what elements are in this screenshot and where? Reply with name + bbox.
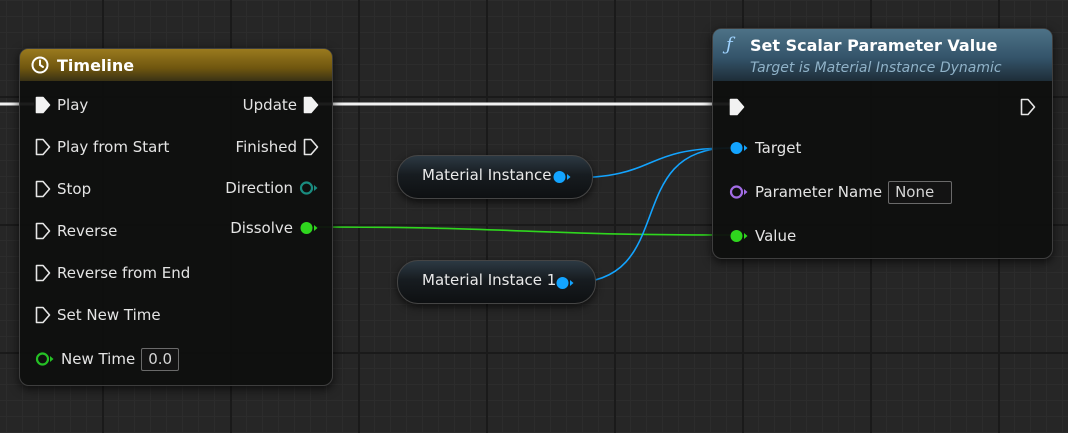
pin-play[interactable]: Play (35, 93, 88, 117)
pin-label: New Time (61, 350, 136, 368)
material-instance-variable-node[interactable]: Material Instance (397, 155, 593, 199)
pin-label: Update (242, 96, 297, 114)
clock-icon (31, 56, 49, 78)
exec-pin-icon[interactable] (35, 306, 51, 324)
pin-label: Stop (57, 180, 92, 198)
pin-direction[interactable]: Direction (225, 176, 319, 200)
pin-exec-in[interactable] (729, 95, 745, 119)
timeline-node-header[interactable]: Timeline (20, 49, 332, 81)
pin-label: Reverse (57, 222, 118, 240)
variable-label: Material Instance (422, 166, 552, 184)
pin-label: Set New Time (57, 306, 161, 324)
set-scalar-node-header[interactable]: ƒ Set Scalar Parameter Value Target is M… (713, 29, 1052, 81)
object-pin-icon[interactable] (729, 140, 749, 156)
exec-pin-icon[interactable] (35, 264, 51, 282)
exec-pin-icon[interactable] (303, 96, 319, 114)
exec-pin-icon[interactable] (35, 180, 51, 198)
pin-label: Play from Start (57, 138, 170, 156)
pin-label: Play (57, 96, 89, 114)
exec-pin-icon[interactable] (729, 98, 745, 116)
pin-label: Direction (225, 179, 293, 197)
pin-label: Target (755, 139, 802, 157)
float-pin-icon[interactable] (299, 220, 319, 236)
pin-target[interactable]: Target (729, 136, 801, 160)
object-pin-icon[interactable] (555, 275, 575, 295)
wire-dissolve-to-value (309, 226, 731, 236)
pin-set-new-time[interactable]: Set New Time (35, 303, 161, 327)
set-scalar-subtitle: Target is Material Instance Dynamic (750, 60, 1002, 76)
exec-pin-icon[interactable] (35, 96, 51, 114)
pin-label: Parameter Name (755, 183, 883, 201)
pin-label: Reverse from End (57, 264, 191, 282)
pin-exec-out[interactable] (1020, 95, 1036, 119)
exec-pin-icon[interactable] (1020, 98, 1036, 116)
float-pin-icon[interactable] (35, 351, 55, 367)
parameter-name-input[interactable]: None (888, 180, 953, 204)
material-instance-1-variable-node[interactable]: Material Instace 1 (397, 260, 596, 304)
pin-play-from-start[interactable]: Play from Start (35, 135, 169, 159)
set-scalar-title: Set Scalar Parameter Value (750, 36, 998, 55)
pin-label: Finished (235, 138, 297, 156)
exec-pin-icon[interactable] (35, 138, 51, 156)
pin-dissolve[interactable]: Dissolve (230, 216, 319, 240)
function-icon: ƒ (726, 34, 733, 55)
pin-finished[interactable]: Finished (236, 135, 319, 159)
object-pin-icon[interactable] (552, 169, 572, 189)
pin-parameter-name[interactable]: Parameter Name None (729, 180, 953, 204)
enum-pin-icon[interactable] (299, 180, 319, 196)
pin-reverse-from-end[interactable]: Reverse from End (35, 261, 190, 285)
exec-pin-icon[interactable] (35, 222, 51, 240)
variable-label: Material Instace 1 (422, 271, 557, 289)
wire-material-instance-1-to-target (569, 147, 731, 284)
pin-update[interactable]: Update (243, 93, 319, 117)
pin-new-time[interactable]: New Time 0.0 (35, 347, 180, 371)
pin-value[interactable]: Value (729, 224, 796, 248)
pin-label: Value (755, 227, 797, 245)
set-scalar-parameter-value-node[interactable]: ƒ Set Scalar Parameter Value Target is M… (712, 28, 1053, 259)
timeline-node[interactable]: Timeline Play Play from Start Stop Rever… (19, 48, 333, 386)
timeline-title: Timeline (57, 56, 135, 75)
pin-stop[interactable]: Stop (35, 177, 91, 201)
exec-pin-icon[interactable] (303, 138, 319, 156)
pin-reverse[interactable]: Reverse (35, 219, 117, 243)
new-time-input[interactable]: 0.0 (141, 347, 180, 371)
pin-label: Dissolve (230, 219, 293, 237)
float-pin-icon[interactable] (729, 228, 749, 244)
name-pin-icon[interactable] (729, 184, 749, 200)
